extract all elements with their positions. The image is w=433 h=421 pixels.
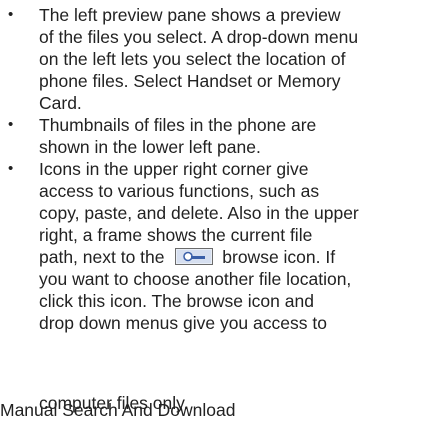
list-item: • Icons in the upper right corner give a… (0, 158, 433, 334)
bullet-list: • The left preview pane shows a preview … (0, 4, 433, 334)
text-line: copy, paste, and delete. Also in the upp… (39, 203, 359, 223)
text-line: The left preview pane shows a preview (39, 5, 341, 25)
text-line: Card. (39, 93, 82, 113)
text-line: click this icon. The browse icon and (39, 291, 314, 311)
text-line: shown in the lower left pane. (39, 137, 261, 157)
text-line: of the files you select. A drop-down men… (39, 27, 359, 47)
text-line: drop down menus give you access to (39, 313, 327, 333)
trailing-text-line: computer files only. (39, 393, 189, 413)
browse-icon (175, 248, 214, 265)
text-line: on the left lets you select the location… (39, 49, 346, 69)
list-item: • Thumbnails of files in the phone are s… (0, 114, 433, 158)
list-item: • The left preview pane shows a preview … (0, 4, 433, 114)
icon-text-line: path, next to the browse icon. If (39, 246, 427, 268)
bullet-mark: • (8, 160, 14, 177)
text-line: right, a frame shows the current file (39, 225, 313, 245)
bullet-mark: • (8, 116, 14, 133)
text-line: access to various functions, such as (39, 181, 320, 201)
text-line: phone files. Select Handset or Memory (39, 71, 341, 91)
document-page: • The left preview pane shows a preview … (0, 0, 433, 420)
text-line: Icons in the upper right corner give (39, 159, 309, 179)
text-fragment: browse icon. If (222, 247, 336, 267)
text-line: Thumbnails of files in the phone are (39, 115, 317, 135)
text-line: you want to choose another file location… (39, 269, 352, 289)
text-fragment: path, next to the (39, 247, 165, 267)
bullet-mark: • (8, 6, 14, 23)
